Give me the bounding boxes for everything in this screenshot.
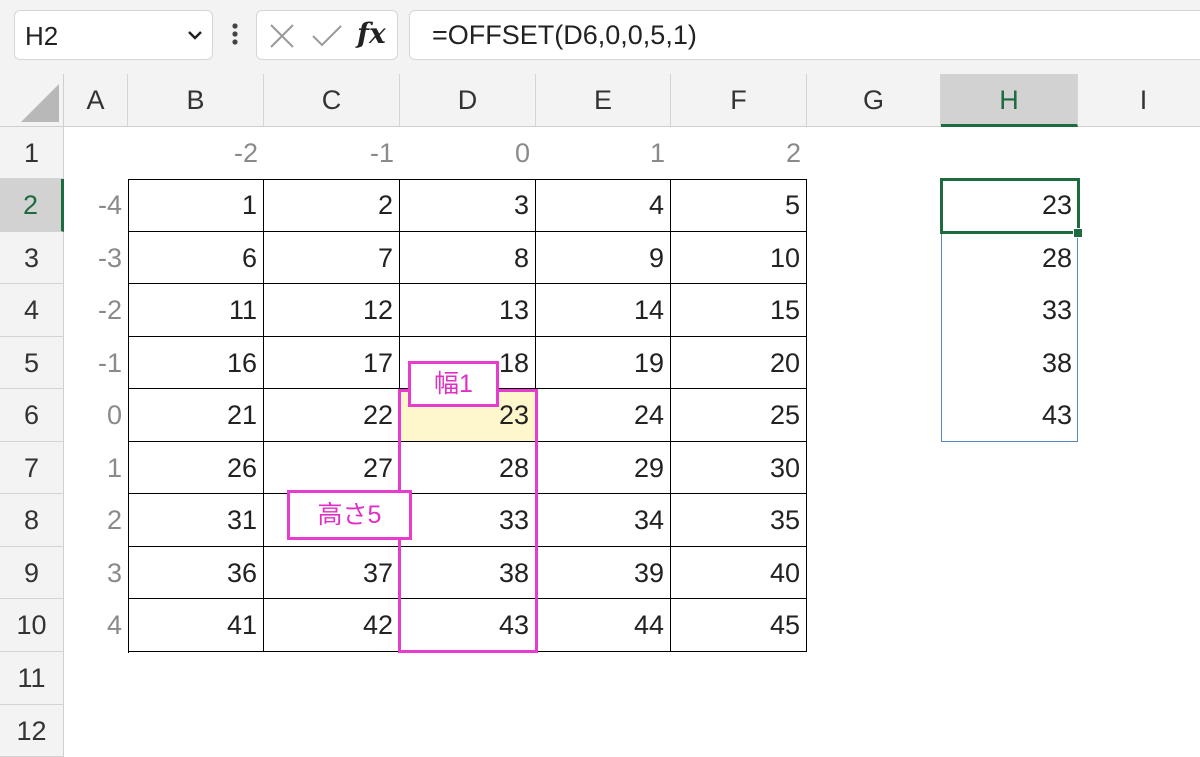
data-cell[interactable]: 19 bbox=[536, 337, 671, 389]
row-offset-label: -1 bbox=[97, 348, 122, 378]
data-cell[interactable]: 21 bbox=[128, 389, 264, 442]
data-cell[interactable]: 1 bbox=[128, 179, 264, 232]
column-header-d[interactable]: D bbox=[400, 74, 536, 127]
active-cell-outline bbox=[940, 178, 1080, 234]
data-cell[interactable]: 4 bbox=[536, 179, 671, 232]
row-offset-label: 4 bbox=[106, 610, 122, 640]
column-offset-label: 0 bbox=[514, 138, 530, 168]
column-header-i[interactable]: I bbox=[1078, 74, 1200, 127]
row-header-2[interactable]: 2 bbox=[0, 179, 64, 232]
data-cell[interactable]: 30 bbox=[671, 442, 807, 494]
row-offset-label: 1 bbox=[106, 453, 122, 483]
row-header-12[interactable]: 12 bbox=[0, 705, 64, 757]
table-border-top bbox=[128, 179, 807, 180]
data-cell[interactable]: 37 bbox=[264, 547, 400, 599]
offset-range-outline bbox=[398, 389, 538, 653]
function-fx-icon[interactable]: fx bbox=[357, 17, 386, 50]
data-cell[interactable]: 27 bbox=[264, 442, 400, 494]
row-header-4[interactable]: 4 bbox=[0, 284, 64, 337]
row-header-10[interactable]: 10 bbox=[0, 599, 64, 652]
column-header-g[interactable]: G bbox=[807, 74, 941, 127]
name-box[interactable]: H2 bbox=[14, 10, 213, 60]
column-offset-label: -2 bbox=[233, 138, 258, 168]
data-cell[interactable]: 7 bbox=[264, 232, 400, 284]
row-offset-label: -2 bbox=[97, 295, 122, 325]
data-cell[interactable]: 24 bbox=[536, 389, 671, 442]
data-cell[interactable]: 3 bbox=[400, 179, 536, 232]
table-border-left bbox=[128, 179, 129, 653]
column-offset-label: 2 bbox=[785, 138, 801, 168]
data-cell[interactable]: 12 bbox=[264, 284, 400, 337]
data-cell[interactable]: 35 bbox=[671, 494, 807, 547]
data-cell[interactable]: 40 bbox=[671, 547, 807, 599]
column-offset-label: -1 bbox=[369, 138, 394, 168]
column-header-a[interactable]: A bbox=[64, 74, 128, 127]
row-header-7[interactable]: 7 bbox=[0, 442, 64, 494]
row-offset-label: 0 bbox=[106, 400, 122, 430]
chevron-down-icon[interactable] bbox=[186, 26, 204, 44]
select-all-triangle-icon bbox=[21, 84, 59, 122]
row-header-9[interactable]: 9 bbox=[0, 547, 64, 599]
data-cell[interactable]: 6 bbox=[128, 232, 264, 284]
select-all-corner[interactable] bbox=[0, 74, 64, 127]
formula-input[interactable]: =OFFSET(D6,0,0,5,1) bbox=[409, 10, 1200, 60]
fill-handle[interactable] bbox=[1073, 228, 1083, 238]
column-offset-label: 1 bbox=[649, 138, 665, 168]
data-cell[interactable]: 34 bbox=[536, 494, 671, 547]
formula-buttons: fx bbox=[256, 10, 398, 60]
data-cell[interactable]: 36 bbox=[128, 547, 264, 599]
cancel-x-icon[interactable] bbox=[269, 23, 295, 49]
data-cell[interactable]: 41 bbox=[128, 599, 264, 652]
column-header-h[interactable]: H bbox=[941, 74, 1078, 127]
data-cell[interactable]: 16 bbox=[128, 337, 264, 389]
column-header-e[interactable]: E bbox=[536, 74, 671, 127]
more-dots-icon[interactable] bbox=[224, 16, 246, 52]
row-offset-label: -3 bbox=[97, 243, 122, 273]
data-cell[interactable]: 5 bbox=[671, 179, 807, 232]
data-cell[interactable]: 13 bbox=[400, 284, 536, 337]
data-cell[interactable]: 31 bbox=[128, 494, 264, 547]
data-cell[interactable]: 25 bbox=[671, 389, 807, 442]
data-cell[interactable]: 17 bbox=[264, 337, 400, 389]
column-header-c[interactable]: C bbox=[264, 74, 400, 127]
row-header-3[interactable]: 3 bbox=[0, 232, 64, 284]
row-header-11[interactable]: 11 bbox=[0, 652, 64, 705]
formula-text: =OFFSET(D6,0,0,5,1) bbox=[432, 20, 697, 50]
data-cell[interactable]: 9 bbox=[536, 232, 671, 284]
data-cell[interactable]: 44 bbox=[536, 599, 671, 652]
height-callout: 高さ5 bbox=[287, 490, 412, 540]
row-header-6[interactable]: 6 bbox=[0, 389, 64, 442]
row-header-8[interactable]: 8 bbox=[0, 494, 64, 547]
formula-bar: H2 fx =OFFSET(D6,0,0,5,1) bbox=[0, 0, 1200, 74]
row-offset-label: -4 bbox=[97, 190, 122, 220]
data-cell[interactable]: 2 bbox=[264, 179, 400, 232]
width-callout: 幅1 bbox=[408, 361, 499, 407]
column-header-b[interactable]: B bbox=[128, 74, 264, 127]
data-cell[interactable]: 10 bbox=[671, 232, 807, 284]
data-cell[interactable]: 45 bbox=[671, 599, 807, 652]
data-cell[interactable]: 26 bbox=[128, 442, 264, 494]
enter-check-icon[interactable] bbox=[311, 23, 343, 49]
row-offset-label: 3 bbox=[106, 558, 122, 588]
row-header-5[interactable]: 5 bbox=[0, 337, 64, 389]
data-cell[interactable]: 29 bbox=[536, 442, 671, 494]
data-cell[interactable]: 14 bbox=[536, 284, 671, 337]
data-cell[interactable]: 11 bbox=[128, 284, 264, 337]
data-cell[interactable]: 39 bbox=[536, 547, 671, 599]
name-box-value: H2 bbox=[25, 21, 59, 51]
row-offset-label: 2 bbox=[106, 505, 122, 535]
row-header-1[interactable]: 1 bbox=[0, 127, 64, 179]
data-cell[interactable]: 42 bbox=[264, 599, 400, 652]
column-header-f[interactable]: F bbox=[671, 74, 807, 127]
data-cell[interactable]: 8 bbox=[400, 232, 536, 284]
data-cell[interactable]: 15 bbox=[671, 284, 807, 337]
data-cell[interactable]: 20 bbox=[671, 337, 807, 389]
data-cell[interactable]: 22 bbox=[264, 389, 400, 442]
